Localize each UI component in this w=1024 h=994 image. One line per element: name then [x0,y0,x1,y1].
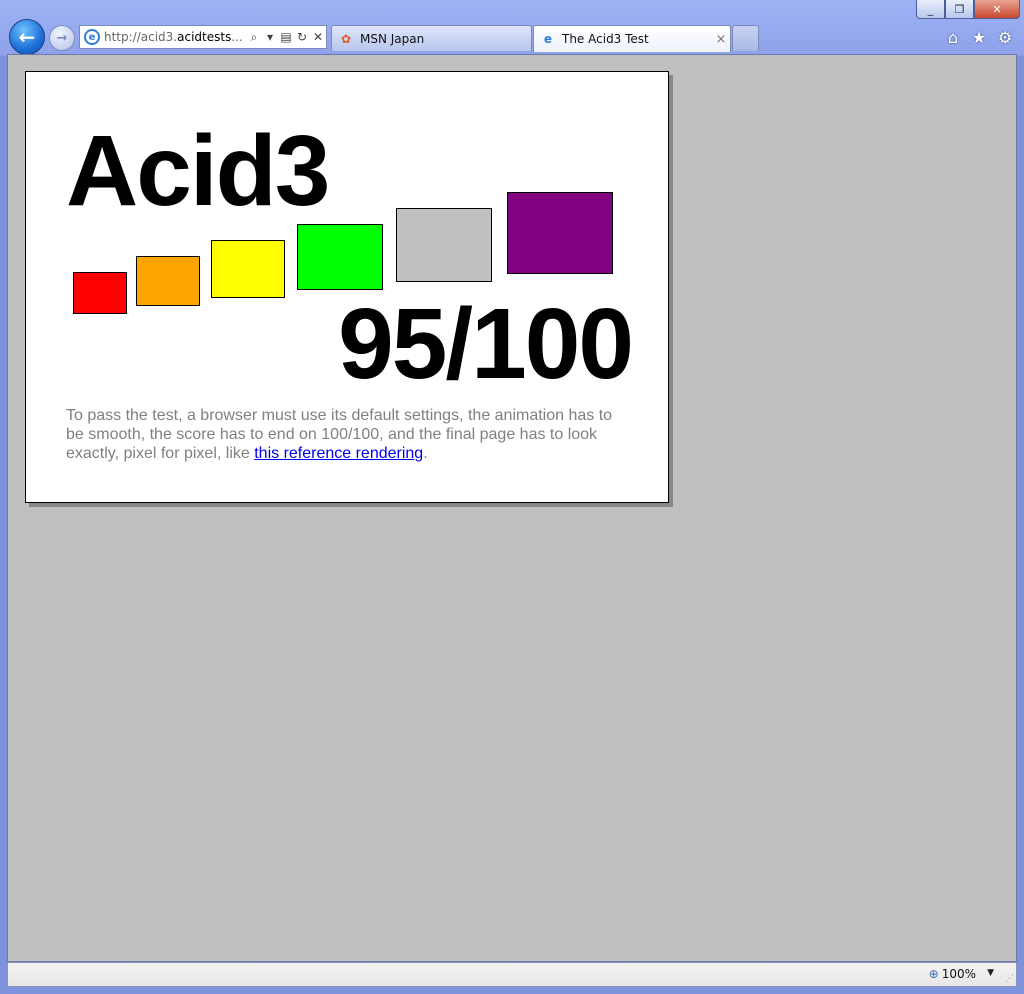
msn-butterfly-icon: ✿ [340,31,352,46]
compatibility-view-icon[interactable]: ▤ [278,30,294,44]
zoom-magnifier-icon: ⊕ [928,967,939,981]
resize-grip-icon[interactable]: ⋰ [1005,974,1014,984]
description-text: To pass the test, a browser must use its… [66,407,613,462]
ie-page-icon: e [543,32,553,46]
page-title: Acid3 [66,115,330,227]
toolbar-icons: ⌂ ★ ⚙ [944,28,1014,47]
yellow-box [211,240,285,298]
home-icon[interactable]: ⌂ [944,28,962,47]
address-dropdown-icon[interactable]: ▾ [262,30,278,44]
red-box [73,272,127,314]
acid3-result-card: Acid3 95/100 To pass the test, a browser… [25,71,669,503]
favorites-icon[interactable]: ★ [970,28,988,47]
orange-box [136,256,200,306]
purple-box [507,192,613,274]
new-tab-button[interactable] [732,25,759,51]
zoom-dropdown-icon[interactable]: ▼ [987,968,994,978]
forward-arrow-icon: → [56,30,68,46]
search-icon[interactable]: ⌕ [246,30,262,45]
refresh-icon[interactable]: ↻ [294,30,310,44]
page-viewport[interactable]: Acid3 95/100 To pass the test, a browser… [7,54,1017,962]
address-bar[interactable]: e http://acid3.acidtests... ⌕ ▾ ▤ ↻ ✕ [79,25,327,49]
close-window-button[interactable]: ✕ [974,0,1020,19]
tab-acid3-test[interactable]: e The Acid3 Test × [533,25,731,52]
browser-window: _ ❐ ✕ ← → e http://acid3.acidtests... ⌕ … [0,0,1024,994]
ie-page-icon: e [84,29,100,45]
score-display: 95/100 [338,288,634,400]
zoom-control[interactable]: ⊕ 100% [929,967,976,981]
navigation-bar: ← → e http://acid3.acidtests... ⌕ ▾ ▤ ↻ … [0,18,1024,55]
status-bar: ⊕ 100% ▼ ⋰ [7,962,1017,987]
tab-close-icon[interactable]: × [712,32,730,47]
back-arrow-icon: ← [18,25,36,49]
forward-button[interactable]: → [49,25,75,51]
restore-button[interactable]: ❐ [945,0,974,19]
window-caption-buttons: _ ❐ ✕ [916,0,1020,20]
reference-rendering-link[interactable]: this reference rendering [254,445,423,462]
address-url[interactable]: http://acid3.acidtests... [104,30,246,44]
back-button[interactable]: ← [9,19,45,55]
lime-box [297,224,383,290]
settings-icon[interactable]: ⚙ [996,28,1014,47]
silver-box [396,208,492,282]
minimize-button[interactable]: _ [916,0,945,19]
zoom-level: 100% [941,967,976,981]
tab-msn-japan[interactable]: ✿ MSN Japan [331,25,532,51]
stop-icon[interactable]: ✕ [310,30,326,44]
